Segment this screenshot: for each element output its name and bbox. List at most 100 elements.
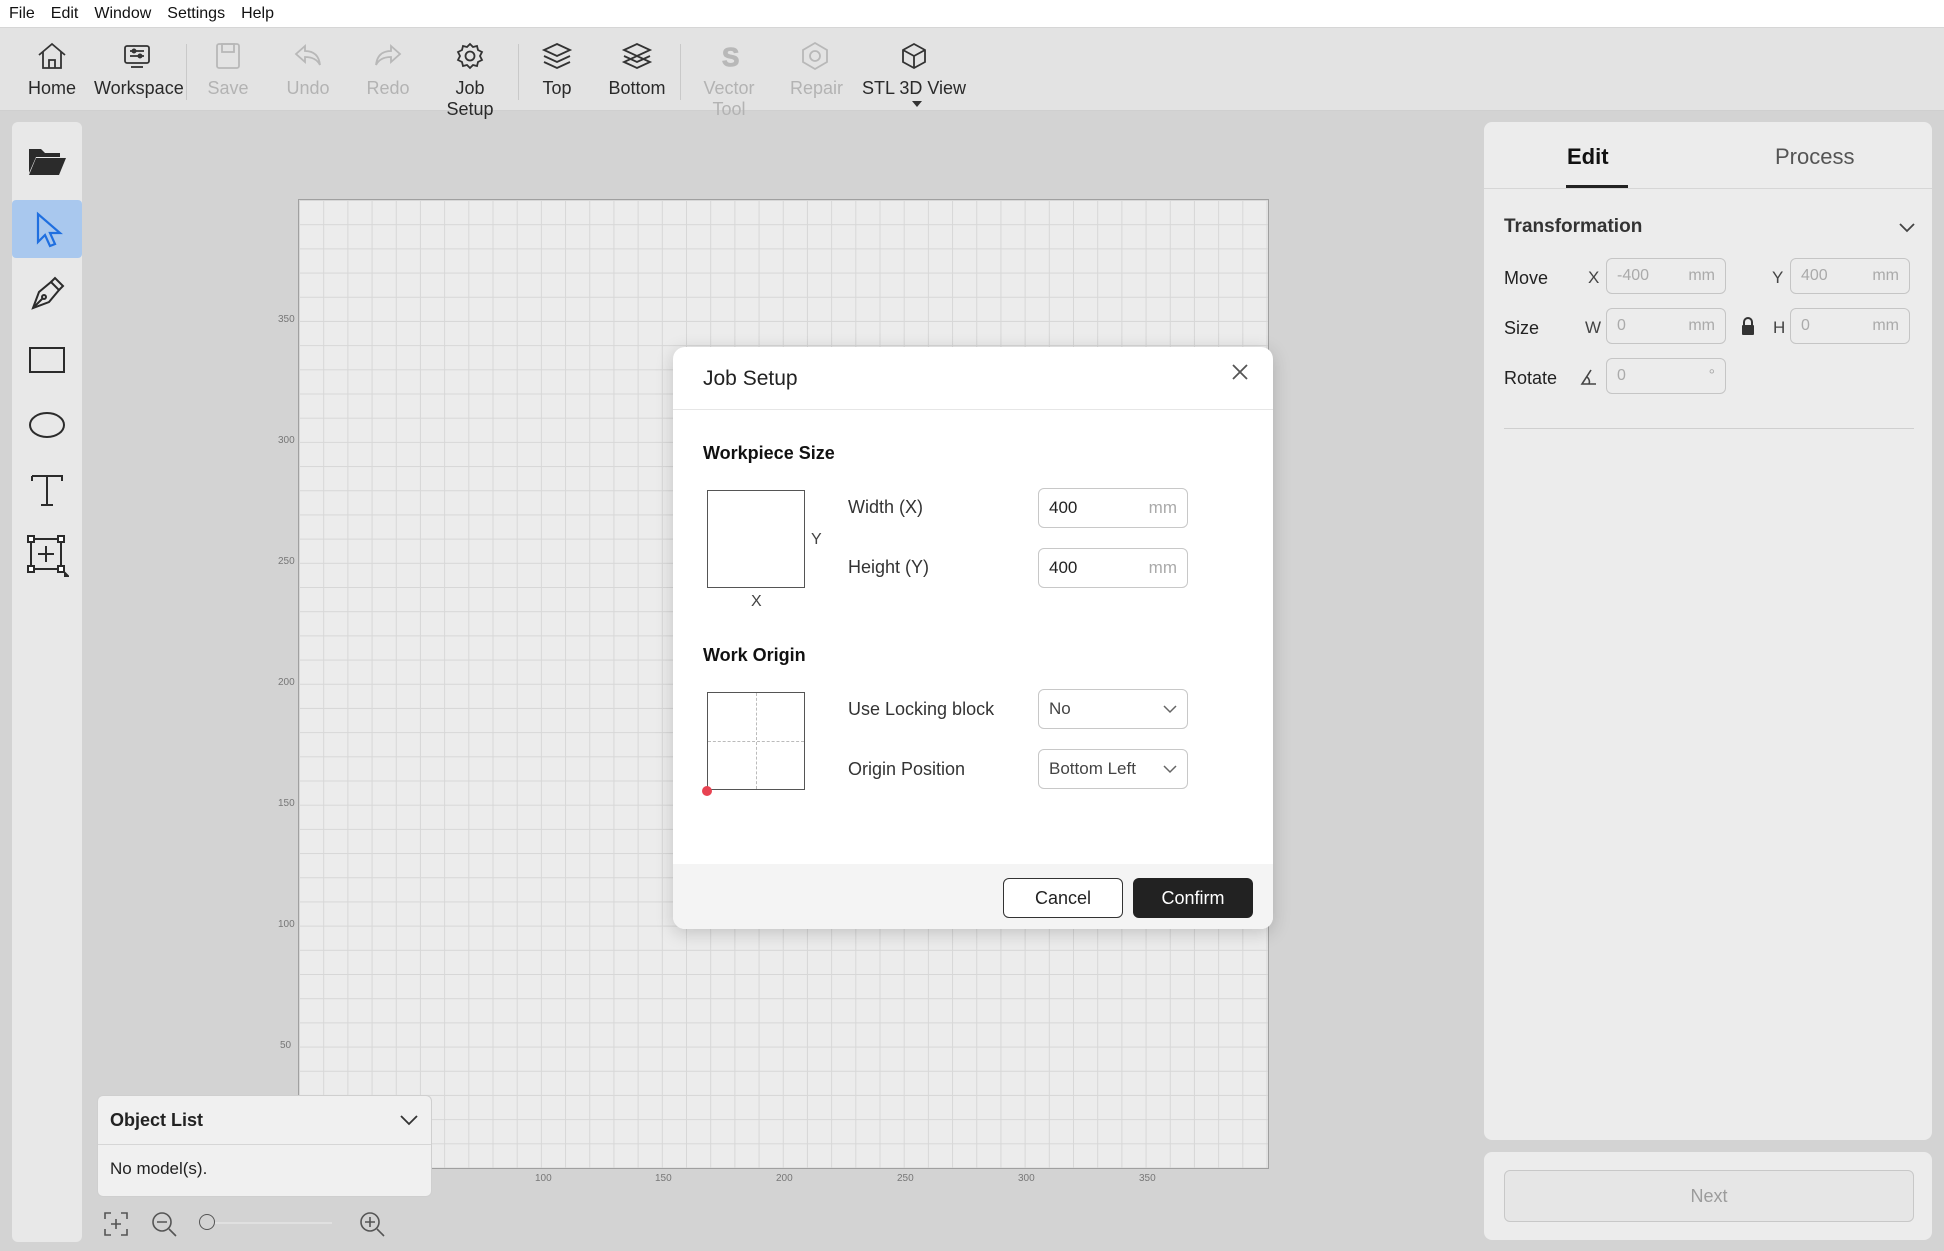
menu-window[interactable]: Window — [94, 5, 151, 23]
x-tick-label: 150 — [655, 1173, 672, 1184]
object-list-title: Object List — [110, 1109, 204, 1130]
zoom-out-icon[interactable] — [150, 1210, 178, 1238]
select-tool[interactable] — [12, 200, 82, 258]
width-label: Width (X) — [848, 497, 924, 517]
work-origin-heading: Work Origin — [703, 645, 806, 665]
undo-button[interactable]: Undo — [286, 40, 330, 99]
zoom-in-icon[interactable] — [358, 1210, 386, 1238]
next-area: Next — [1484, 1152, 1932, 1240]
size-h-field[interactable]: 0 mm — [1790, 308, 1910, 344]
menu-file[interactable]: File — [9, 5, 35, 23]
next-button[interactable]: Next — [1504, 1170, 1914, 1222]
y-tick-label: 350 — [278, 314, 295, 325]
height-value: 400 — [1049, 558, 1078, 577]
undo-icon — [294, 43, 321, 66]
top-view-label: Top — [542, 78, 572, 98]
pen-tool[interactable] — [12, 265, 82, 323]
top-view-button[interactable]: Top — [538, 40, 576, 99]
job-setup-dialog: Job Setup Workpiece Size Y X Width (X) 4… — [673, 347, 1273, 929]
move-x-field[interactable]: -400 mm — [1606, 258, 1726, 294]
size-h-value: 0 — [1801, 317, 1810, 334]
x-tick-label: 350 — [1139, 1173, 1156, 1184]
rotate-field[interactable]: 0 ° — [1606, 358, 1726, 394]
locking-block-value: No — [1049, 699, 1071, 718]
workspace-button[interactable]: Workspace — [94, 40, 184, 99]
toolbar-divider — [680, 44, 681, 100]
width-input[interactable]: 400 mm — [1038, 488, 1188, 528]
move-y-value: 400 — [1801, 267, 1828, 284]
object-list-header[interactable]: Object List — [98, 1096, 431, 1145]
object-list-empty: No model(s). — [110, 1159, 208, 1178]
unit-label: mm — [1688, 317, 1715, 334]
ellipse-tool[interactable] — [12, 396, 82, 454]
degree-unit: ° — [1708, 367, 1715, 384]
confirm-button[interactable]: Confirm — [1133, 878, 1253, 918]
unit-label: mm — [1872, 267, 1899, 284]
close-icon[interactable] — [1229, 361, 1251, 383]
svg-text:S: S — [722, 42, 739, 72]
menu-settings[interactable]: Settings — [167, 5, 225, 23]
origin-position-select[interactable]: Bottom Left — [1038, 749, 1188, 789]
y-tick-label: 150 — [278, 798, 295, 809]
tab-edit[interactable]: Edit — [1567, 144, 1609, 170]
unit-label: mm — [1872, 317, 1899, 334]
zoom-slider-handle[interactable] — [199, 1214, 215, 1230]
x-tick-label: 300 — [1018, 1173, 1035, 1184]
add-frame-tool[interactable] — [12, 526, 82, 584]
size-w-field[interactable]: 0 mm — [1606, 308, 1726, 344]
y-tick-label: 250 — [278, 556, 295, 567]
tab-process[interactable]: Process — [1775, 144, 1854, 170]
repair-icon — [802, 41, 828, 71]
x-tick-label: 200 — [776, 1173, 793, 1184]
menu-edit[interactable]: Edit — [51, 5, 79, 23]
lock-icon[interactable] — [1740, 316, 1756, 336]
menu-bar: File Edit Window Settings Help — [0, 0, 1944, 28]
job-setup-label: Job Setup — [446, 78, 494, 119]
origin-position-label: Origin Position — [848, 759, 966, 779]
toolbar-divider — [186, 44, 187, 100]
width-value: 400 — [1049, 498, 1078, 517]
left-toolbar — [12, 122, 82, 1242]
stl-3d-view-dropdown[interactable]: STL 3D View — [856, 40, 972, 120]
panel-tabs: Edit Process — [1484, 122, 1932, 189]
open-folder-button[interactable] — [12, 131, 82, 189]
repair-button[interactable]: Repair — [790, 40, 843, 99]
home-button[interactable]: Home — [28, 40, 76, 99]
y-tick-label: 100 — [278, 919, 295, 930]
rectangle-tool[interactable] — [12, 331, 82, 389]
cancel-button[interactable]: Cancel — [1003, 878, 1123, 918]
zoom-slider-track[interactable] — [200, 1222, 332, 1224]
chevron-down-icon[interactable] — [399, 1114, 419, 1126]
rotate-value: 0 — [1617, 367, 1626, 384]
move-label: Move — [1504, 268, 1549, 288]
height-input[interactable]: 400 mm — [1038, 548, 1188, 588]
workspace-icon — [124, 45, 150, 68]
origin-diagram-hline — [708, 741, 804, 742]
chevron-down-icon[interactable] — [1898, 222, 1916, 233]
cursor-arrow-icon — [36, 211, 63, 248]
rectangle-icon — [29, 347, 65, 373]
menu-help[interactable]: Help — [241, 5, 274, 23]
stl-3d-view-label: STL 3D View — [861, 78, 967, 98]
size-w-axis-label: W — [1585, 318, 1602, 337]
size-w-value: 0 — [1617, 317, 1626, 334]
locking-block-select[interactable]: No — [1038, 689, 1188, 729]
save-button[interactable]: Save — [206, 40, 250, 99]
redo-button[interactable]: Redo — [366, 40, 410, 99]
layers-bottom-icon — [621, 43, 653, 69]
vector-tool-button[interactable]: S Vector Tool — [686, 40, 772, 120]
bottom-view-button[interactable]: Bottom — [606, 40, 668, 99]
job-setup-button[interactable]: Job Setup — [430, 40, 510, 120]
vector-tool-label: Vector Tool — [703, 78, 755, 119]
height-label: Height (Y) — [848, 557, 930, 577]
fit-view-icon[interactable] — [102, 1210, 130, 1238]
text-tool[interactable] — [12, 461, 82, 519]
layers-top-icon — [541, 43, 573, 69]
x-tick-label: 100 — [535, 1173, 552, 1184]
move-y-field[interactable]: 400 mm — [1790, 258, 1910, 294]
dialog-title: Job Setup — [703, 367, 798, 390]
move-x-axis-label: X — [1588, 268, 1600, 287]
vector-s-icon: S — [722, 42, 740, 73]
right-panel: Edit Process Transformation Move X -400 m… — [1484, 122, 1932, 1140]
angle-icon — [1580, 369, 1596, 385]
